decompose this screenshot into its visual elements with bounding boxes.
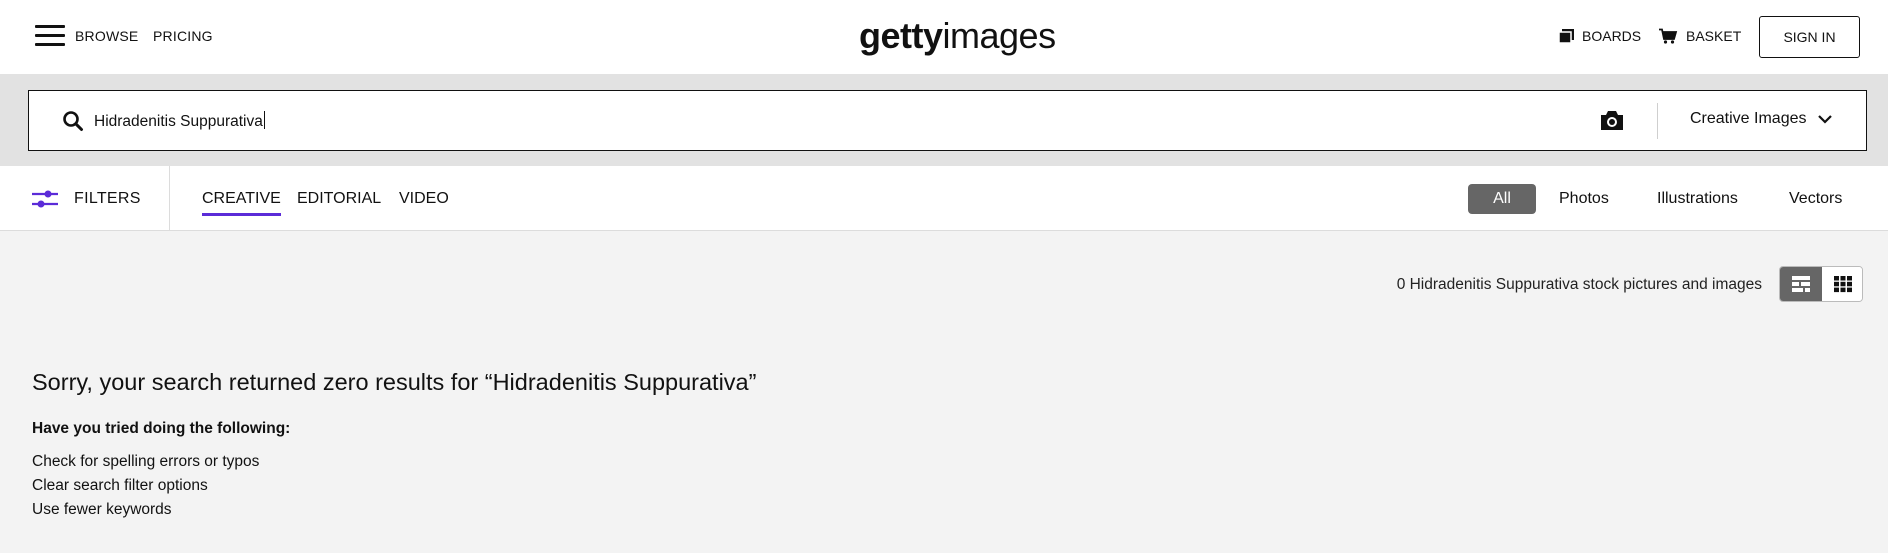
filters-label: FILTERS bbox=[74, 190, 141, 207]
boards-icon[interactable] bbox=[1558, 28, 1576, 44]
search-icon[interactable] bbox=[62, 110, 84, 132]
filter-bar: FILTERS CREATIVE EDITORIAL VIDEO All Pho… bbox=[0, 166, 1888, 231]
logo-bold-text: getty bbox=[859, 15, 943, 56]
no-results-heading: Sorry, your search returned zero results… bbox=[32, 369, 757, 395]
suggestion-item: Check for spelling errors or typos bbox=[32, 453, 260, 470]
view-toggle bbox=[1779, 266, 1863, 302]
logo-light-text: images bbox=[942, 15, 1057, 56]
basket-icon[interactable] bbox=[1658, 28, 1678, 44]
browse-link[interactable]: BROWSE bbox=[75, 28, 138, 44]
media-type-vectors[interactable]: Vectors bbox=[1789, 190, 1842, 208]
suggestion-item: Clear search filter options bbox=[32, 477, 208, 494]
media-type-illustrations[interactable]: Illustrations bbox=[1657, 190, 1738, 208]
media-type-all[interactable]: All bbox=[1468, 184, 1536, 214]
search-input[interactable]: Hidradenitis Suppurativa Creative Images bbox=[28, 90, 1867, 151]
search-type-select[interactable]: Creative Images bbox=[1690, 110, 1807, 128]
top-header: BROWSE PRICING gettyimages BOARDS BASKET… bbox=[0, 0, 1888, 74]
search-query-text[interactable]: Hidradenitis Suppurativa bbox=[94, 111, 265, 131]
tab-editorial[interactable]: EDITORIAL bbox=[297, 190, 381, 208]
camera-icon[interactable] bbox=[1599, 108, 1625, 132]
search-query-value: Hidradenitis Suppurativa bbox=[94, 113, 263, 130]
chevron-down-icon[interactable] bbox=[1817, 113, 1833, 125]
text-caret bbox=[263, 111, 265, 129]
suggestion-item: Use fewer keywords bbox=[32, 501, 172, 518]
filters-icon bbox=[32, 190, 58, 208]
tab-video[interactable]: VIDEO bbox=[399, 190, 449, 208]
media-type-photos[interactable]: Photos bbox=[1559, 190, 1609, 208]
menu-icon[interactable] bbox=[35, 24, 65, 46]
pricing-link[interactable]: PRICING bbox=[153, 28, 213, 44]
grid-view-icon bbox=[1834, 276, 1852, 293]
grid-view-button[interactable] bbox=[1822, 267, 1862, 301]
search-band: Hidradenitis Suppurativa Creative Images bbox=[0, 74, 1888, 166]
boards-link[interactable]: BOARDS bbox=[1582, 28, 1641, 44]
getty-images-logo[interactable]: gettyimages bbox=[859, 14, 1056, 58]
search-divider bbox=[1657, 103, 1658, 139]
basket-link[interactable]: BASKET bbox=[1686, 28, 1741, 44]
sign-in-button[interactable]: SIGN IN bbox=[1759, 16, 1860, 58]
suggestions-heading: Have you tried doing the following: bbox=[32, 420, 291, 437]
tab-creative[interactable]: CREATIVE bbox=[202, 190, 281, 216]
result-count: 0 Hidradenitis Suppurativa stock picture… bbox=[1396, 276, 1762, 293]
filters-button[interactable]: FILTERS bbox=[32, 166, 152, 231]
filter-divider bbox=[169, 166, 170, 231]
mosaic-view-icon bbox=[1792, 276, 1810, 292]
mosaic-view-button[interactable] bbox=[1780, 267, 1822, 301]
